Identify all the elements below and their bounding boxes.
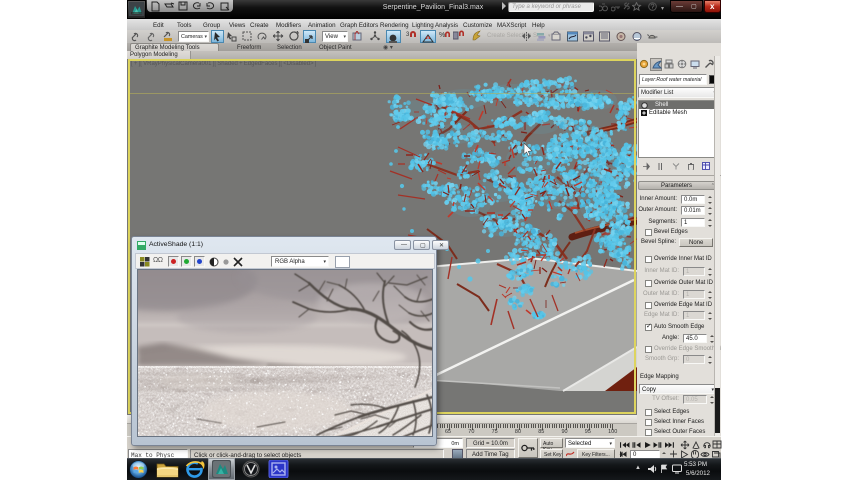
svg-text:3: 3: [406, 32, 410, 38]
svg-text:%: %: [439, 32, 445, 39]
